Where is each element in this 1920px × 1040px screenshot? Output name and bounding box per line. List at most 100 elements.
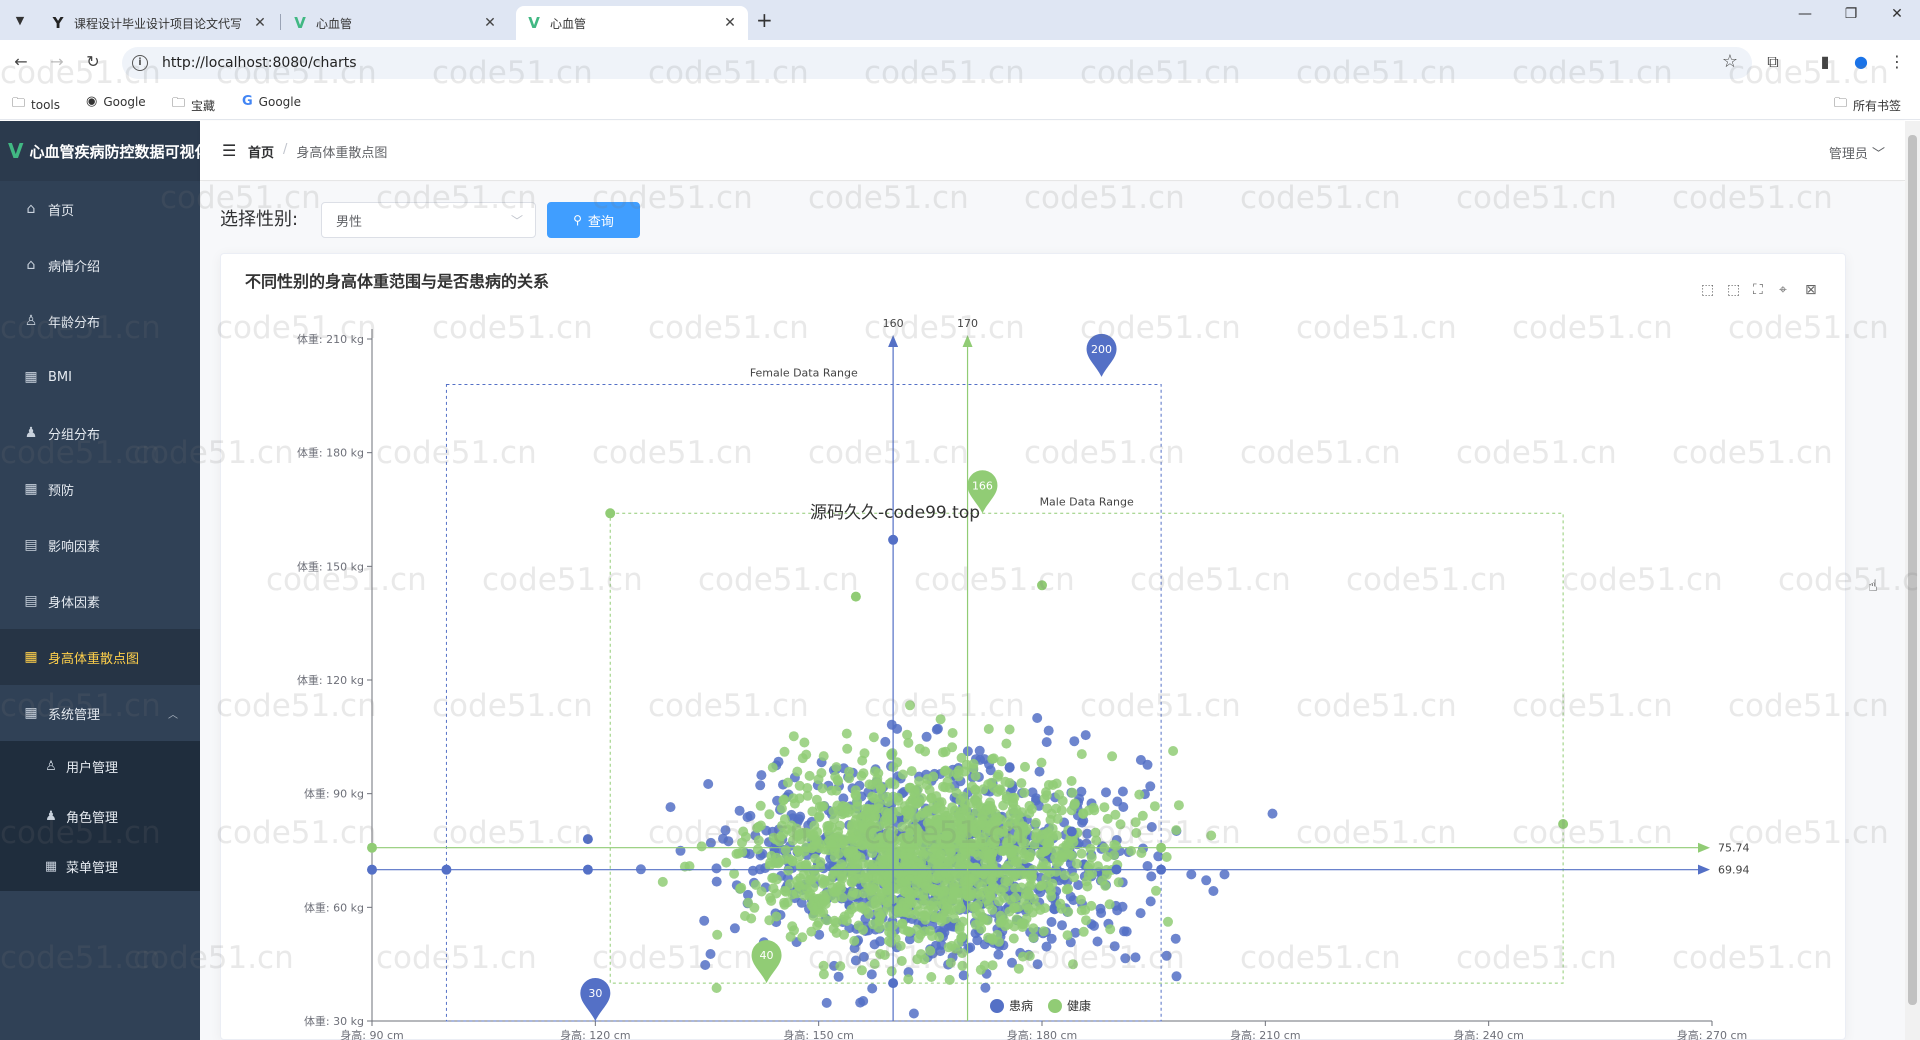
scatter-point-healthy xyxy=(1134,789,1145,800)
query-button[interactable]: ⚲ 查询 xyxy=(547,202,640,238)
all-bookmarks[interactable]: 🗀 所有书签 xyxy=(1834,94,1901,116)
window-restore-icon[interactable]: ❐ xyxy=(1836,6,1866,22)
sidebar-item-influence-factors[interactable]: ▤ 影响因素 xyxy=(0,517,200,573)
scatter-point-healthy xyxy=(904,782,915,793)
scatter-point-healthy xyxy=(944,974,955,985)
scatter-point-healthy xyxy=(836,859,847,870)
back-arrow-icon[interactable]: ← xyxy=(10,52,32,71)
scatter-point-healthy xyxy=(912,954,923,965)
scatter-point-healthy xyxy=(831,762,842,773)
url-field[interactable]: i http://localhost:8080/charts ☆ xyxy=(122,47,1752,79)
sidebar-subitem-menu-management[interactable]: ▦ 菜单管理 xyxy=(0,841,200,891)
zoom-icon[interactable]: ⬚ xyxy=(1701,282,1714,298)
sidebar-item-disease-intro[interactable]: ⌂ 病情介绍 xyxy=(0,237,200,293)
sidebar-subitem-role-management[interactable]: ♟ 角色管理 xyxy=(0,791,200,841)
app-title: 心血管疾病防控数据可视化 xyxy=(29,142,200,161)
scatter-point-healthy xyxy=(820,899,831,909)
y-tick-label: 体重: 150 kg xyxy=(297,559,364,573)
profile-avatar-icon[interactable]: ● xyxy=(1850,52,1872,71)
scatter-point-sick xyxy=(1032,959,1043,970)
extensions-puzzle-icon[interactable]: ⧉ xyxy=(1762,52,1784,72)
top-navbar: ☰ 首页 / 身高体重散点图 管理员 ﹀ xyxy=(200,121,1905,181)
scatter-point-sick xyxy=(1219,869,1230,880)
scatter-point-healthy xyxy=(768,883,779,894)
new-tab-plus-icon[interactable]: + xyxy=(756,8,773,32)
app-logo[interactable]: V 心血管疾病防控数据可视化 xyxy=(0,121,200,181)
tab-close-icon[interactable]: ✕ xyxy=(252,15,268,31)
scatter-point-healthy xyxy=(882,828,893,839)
tab-close-icon[interactable]: ✕ xyxy=(482,15,498,31)
scatter-point-healthy xyxy=(787,856,798,867)
sidebar-subitem-user-management[interactable]: ♙ 用户管理 xyxy=(0,741,200,791)
lasso-select-icon[interactable]: ⌖ xyxy=(1779,282,1787,298)
hamburger-menu-icon[interactable]: ☰ xyxy=(222,141,236,160)
scatter-point-healthy xyxy=(756,886,767,897)
sidebar-item-bmi[interactable]: ▦ BMI xyxy=(0,349,200,405)
sidebar-item-prevention[interactable]: ▦ 预防 xyxy=(0,461,200,517)
bookmark-star-icon[interactable]: ☆ xyxy=(1722,51,1738,72)
sidebar-item-height-weight-scatter[interactable]: ▦ 身高体重散点图 xyxy=(0,629,200,685)
scatter-point-healthy xyxy=(1009,792,1020,803)
scatter-chart[interactable]: 不同性别的身高体重范围与是否患病的关系 ⬚ ⬚ ⛶ ⌖ ⊠ 体重: 30 kg 体重: 60 … xyxy=(221,254,1847,1040)
bookmark-google-2[interactable]: G Google xyxy=(242,94,301,109)
clear-select-icon[interactable]: ⊠ xyxy=(1805,282,1817,298)
page-scrollbar[interactable] xyxy=(1905,121,1920,1040)
scatter-point-healthy xyxy=(990,836,1001,847)
scatter-point-healthy xyxy=(881,885,892,896)
sidebar-item-group-distribution[interactable]: ♟ 分组分布 xyxy=(0,405,200,461)
forward-arrow-icon[interactable]: → xyxy=(46,52,68,71)
gender-select[interactable]: 男性 ﹀ xyxy=(321,202,536,238)
scatter-point-healthy xyxy=(1037,580,1047,591)
mouse-cursor-icon: ☝ xyxy=(1868,576,1878,595)
scatter-point-healthy xyxy=(927,857,938,868)
tab-close-icon[interactable]: ✕ xyxy=(722,15,738,31)
scatter-point-sick xyxy=(1201,875,1212,886)
scatter-point-sick xyxy=(1145,781,1156,792)
scatter-point-healthy xyxy=(1031,832,1041,843)
browser-tab-3-active[interactable]: V 心血管 ✕ xyxy=(516,6,748,40)
scatter-point-healthy xyxy=(1105,924,1116,935)
bookmark-treasure[interactable]: 🗀 宝藏 xyxy=(172,94,215,116)
scatter-point-healthy xyxy=(940,914,951,925)
scatter-point-healthy xyxy=(1136,848,1147,858)
side-panel-icon[interactable]: ▮ xyxy=(1814,52,1836,71)
user-dropdown[interactable]: 管理员 ﹀ xyxy=(1829,143,1885,162)
scatter-point-healthy xyxy=(1086,852,1097,863)
browser-tab-1[interactable]: Y 课程设计毕业设计项目论文代写 ✕ xyxy=(40,6,278,40)
scatter-point-healthy xyxy=(1113,877,1124,888)
breadcrumb-home[interactable]: 首页 xyxy=(248,142,274,161)
window-minimize-icon[interactable]: — xyxy=(1790,6,1820,22)
x-tick-label: 身高: 240 cm xyxy=(1453,1028,1523,1040)
average-line-label: 160 xyxy=(883,317,904,330)
reload-icon[interactable]: ↻ xyxy=(82,52,104,71)
scatter-point-healthy xyxy=(818,751,829,762)
bookmark-google[interactable]: ◉ Google xyxy=(86,94,146,109)
scatter-point-healthy xyxy=(897,769,908,780)
sidebar-item-system-management[interactable]: ▦ 系统管理 ︿ xyxy=(0,685,200,741)
sidebar-item-age-distribution[interactable]: ♙ 年龄分布 xyxy=(0,293,200,349)
scatter-point-sick xyxy=(1146,822,1157,832)
sidebar-item-body-factors[interactable]: ▤ 身体因素 xyxy=(0,573,200,629)
scatter-point-healthy xyxy=(1075,894,1086,905)
scrollbar-thumb[interactable] xyxy=(1908,135,1917,1005)
scatter-point-healthy xyxy=(875,949,886,959)
bookmark-tools[interactable]: 🗀 tools xyxy=(12,94,60,116)
window-close-icon[interactable]: ✕ xyxy=(1882,6,1912,22)
sidebar-item-home[interactable]: ⌂ 首页 xyxy=(0,181,200,237)
scatter-point-healthy xyxy=(828,869,838,880)
scatter-point-sick xyxy=(711,876,722,887)
scatter-point-healthy xyxy=(1083,870,1094,881)
site-info-icon[interactable]: i xyxy=(132,55,148,71)
browser-tab-2[interactable]: V 心血管 ✕ xyxy=(282,6,508,40)
scatter-point-healthy xyxy=(839,911,850,922)
scatter-point-sick xyxy=(705,949,716,959)
rect-select-icon[interactable]: ⛶ xyxy=(1753,282,1763,298)
scatter-point-sick xyxy=(1161,950,1172,961)
zoom-reset-icon[interactable]: ⬚ xyxy=(1727,282,1740,298)
tab-favicon-vue-icon: V xyxy=(294,14,306,32)
more-menu-icon[interactable]: ⋮ xyxy=(1886,52,1908,71)
scatter-point-healthy xyxy=(1008,933,1019,944)
scatter-point-healthy xyxy=(992,929,1003,940)
scatter-point-healthy xyxy=(1131,828,1142,838)
tab-search-icon[interactable]: ▼ xyxy=(8,8,32,32)
